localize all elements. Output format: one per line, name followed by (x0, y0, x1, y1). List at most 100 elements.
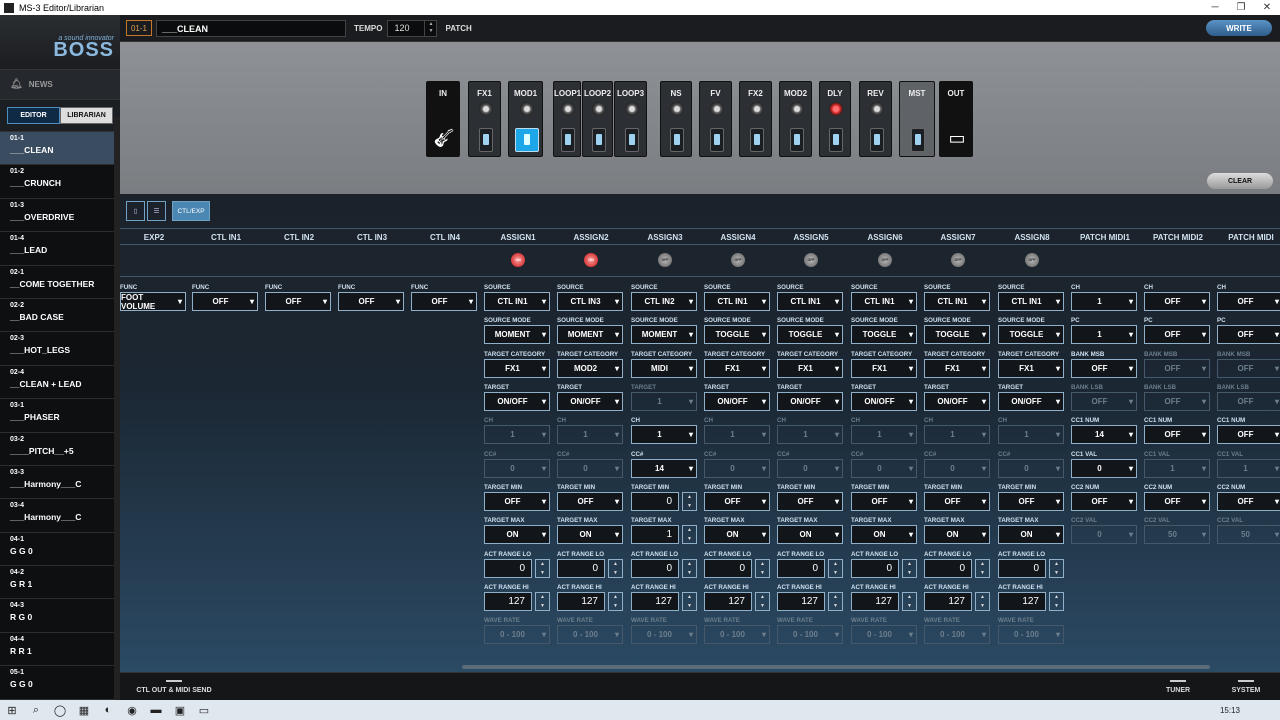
param-dropdown[interactable]: ON (924, 525, 990, 544)
param-dropdown[interactable]: OFF (192, 292, 258, 311)
ms3-taskbar-icon[interactable]: ▭ (192, 704, 216, 717)
knob-icon[interactable] (478, 102, 493, 116)
footswitch-icon[interactable] (670, 128, 684, 152)
param-dropdown[interactable]: ON/OFF (557, 392, 623, 411)
patch-list-item[interactable]: 01-2 ___CRUNCH (0, 165, 114, 199)
param-number-input[interactable]: 0 (998, 559, 1046, 578)
param-dropdown[interactable]: OFF (1217, 492, 1280, 511)
param-dropdown[interactable]: 0 (704, 459, 770, 478)
footswitch-icon[interactable] (829, 128, 843, 152)
patch-list-item[interactable]: 02-2 __BAD CASE (0, 298, 114, 333)
folder-icon[interactable]: ▬ (144, 704, 168, 716)
param-number-input[interactable]: 0 (851, 559, 899, 578)
param-number-input[interactable]: 127 (557, 592, 605, 611)
footswitch-icon[interactable] (561, 128, 575, 152)
param-dropdown[interactable]: 0 - 100 (484, 625, 550, 644)
param-dropdown[interactable]: 0 (1071, 459, 1137, 478)
assign-led[interactable]: ON (511, 253, 525, 267)
knob-icon[interactable] (869, 102, 884, 116)
horizontal-scrollbar[interactable] (462, 665, 1210, 669)
param-dropdown[interactable]: OFF (1144, 492, 1210, 511)
param-dropdown[interactable]: 14 (631, 459, 697, 478)
param-dropdown[interactable]: 0 (998, 459, 1064, 478)
param-dropdown[interactable]: OFF (1071, 359, 1137, 378)
param-number-input[interactable]: 0 (631, 559, 679, 578)
param-dropdown[interactable]: 1 (1144, 459, 1210, 478)
footswitch-icon[interactable] (624, 128, 639, 152)
news-button[interactable]: 🔔︎ NEWS (0, 70, 120, 100)
param-dropdown[interactable]: FX1 (851, 359, 917, 378)
patch-list-item[interactable]: 01-1 ___CLEAN (0, 132, 114, 166)
tempo-stepper[interactable]: ▲ ▼ (424, 20, 436, 36)
patch-name-input[interactable]: ___CLEAN (156, 19, 346, 37)
stepper-arrows-icon[interactable]: ▲ ▼ (828, 559, 843, 578)
param-dropdown[interactable]: 1 (998, 425, 1064, 444)
knob-icon[interactable] (789, 102, 804, 116)
task-view-icon[interactable]: ◯ (48, 704, 72, 717)
param-dropdown[interactable]: OFF (1217, 325, 1280, 344)
param-dropdown[interactable]: 0 - 100 (998, 625, 1064, 644)
view-panel-icon[interactable]: ▯ (126, 201, 145, 221)
param-dropdown[interactable]: 1 (484, 425, 550, 444)
chain-block-mst[interactable]: MST (899, 81, 935, 157)
edge-icon[interactable]: ◐ (96, 704, 120, 716)
stepper-arrows-icon[interactable]: ▲ ▼ (902, 559, 917, 578)
patch-number[interactable]: 01-1 (126, 20, 152, 36)
footswitch-icon[interactable] (789, 128, 804, 152)
param-dropdown[interactable]: TOGGLE (851, 325, 917, 344)
param-dropdown[interactable]: ON (998, 525, 1064, 544)
param-dropdown[interactable]: FX1 (777, 359, 843, 378)
stepper-arrows-icon[interactable]: ▲ ▼ (682, 525, 697, 544)
param-dropdown[interactable]: ON/OFF (777, 392, 843, 411)
assign-led[interactable]: OFF (878, 253, 892, 267)
param-dropdown[interactable]: 1 (631, 392, 697, 411)
param-number-input[interactable]: 0 (777, 559, 825, 578)
param-dropdown[interactable]: OFF (1144, 292, 1210, 311)
param-dropdown[interactable]: FOOT VOLUME (120, 292, 186, 311)
param-dropdown[interactable]: CTL IN1 (777, 292, 843, 311)
param-number-input[interactable]: 0 (704, 559, 752, 578)
param-dropdown[interactable]: OFF (851, 492, 917, 511)
stepper-arrows-icon[interactable]: ▲ ▼ (535, 592, 550, 611)
patch-list-item[interactable]: 05-1 G G 0 (0, 666, 114, 700)
app-icon-task[interactable]: ▣ (168, 704, 192, 717)
param-dropdown[interactable]: CTL IN2 (631, 292, 697, 311)
chain-block-mod1[interactable]: MOD1 (508, 81, 543, 157)
param-dropdown[interactable]: 1 (777, 425, 843, 444)
stepper-arrows-icon[interactable]: ▲ ▼ (682, 559, 697, 578)
chain-block-ns[interactable]: NS (660, 81, 692, 157)
param-dropdown[interactable]: 50 (1217, 525, 1280, 544)
patch-list-item[interactable]: 03-1 ___PHASER (0, 399, 114, 433)
param-dropdown[interactable]: CTL IN1 (998, 292, 1064, 311)
param-dropdown[interactable]: FX1 (484, 359, 550, 378)
param-dropdown[interactable]: 50 (1144, 525, 1210, 544)
patch-list-item[interactable]: 02-4 __CLEAN + LEAD (0, 365, 114, 400)
patch-list-item[interactable]: 03-2 ____PITCH__+5 (0, 432, 114, 466)
param-dropdown[interactable]: FX1 (704, 359, 770, 378)
param-dropdown[interactable]: OFF (338, 292, 404, 311)
knob-icon[interactable] (519, 102, 534, 116)
patch-list-item[interactable]: 04-3 R G 0 (0, 599, 114, 633)
chain-block-in[interactable]: IN 🎸︎ (426, 81, 460, 157)
chain-block-fx2[interactable]: FX2 (739, 81, 772, 157)
param-dropdown[interactable]: ON (777, 525, 843, 544)
param-number-input[interactable]: 127 (998, 592, 1046, 611)
param-dropdown[interactable]: 1 (1071, 325, 1137, 344)
param-dropdown[interactable]: ON (704, 525, 770, 544)
knob-icon[interactable] (561, 102, 575, 116)
param-dropdown[interactable]: CTL IN1 (924, 292, 990, 311)
param-dropdown[interactable]: TOGGLE (704, 325, 770, 344)
param-dropdown[interactable]: 1 (704, 425, 770, 444)
assign-led[interactable]: OFF (658, 253, 672, 267)
minimize-icon[interactable]: ─ (1202, 0, 1228, 15)
param-dropdown[interactable]: OFF (1144, 325, 1210, 344)
param-dropdown[interactable]: OFF (924, 492, 990, 511)
patch-list-item[interactable]: 01-4 ___LEAD (0, 232, 114, 266)
param-number-input[interactable]: 127 (631, 592, 679, 611)
param-number-input[interactable]: 0 (631, 492, 679, 511)
tempo-input[interactable]: 120 ▲ ▼ (387, 19, 438, 37)
ctl-out-midi-send-button[interactable]: CTL OUT & MIDI SEND (134, 673, 214, 701)
param-number-input[interactable]: 127 (924, 592, 972, 611)
param-dropdown[interactable]: FX1 (998, 359, 1064, 378)
param-dropdown[interactable]: OFF (484, 492, 550, 511)
